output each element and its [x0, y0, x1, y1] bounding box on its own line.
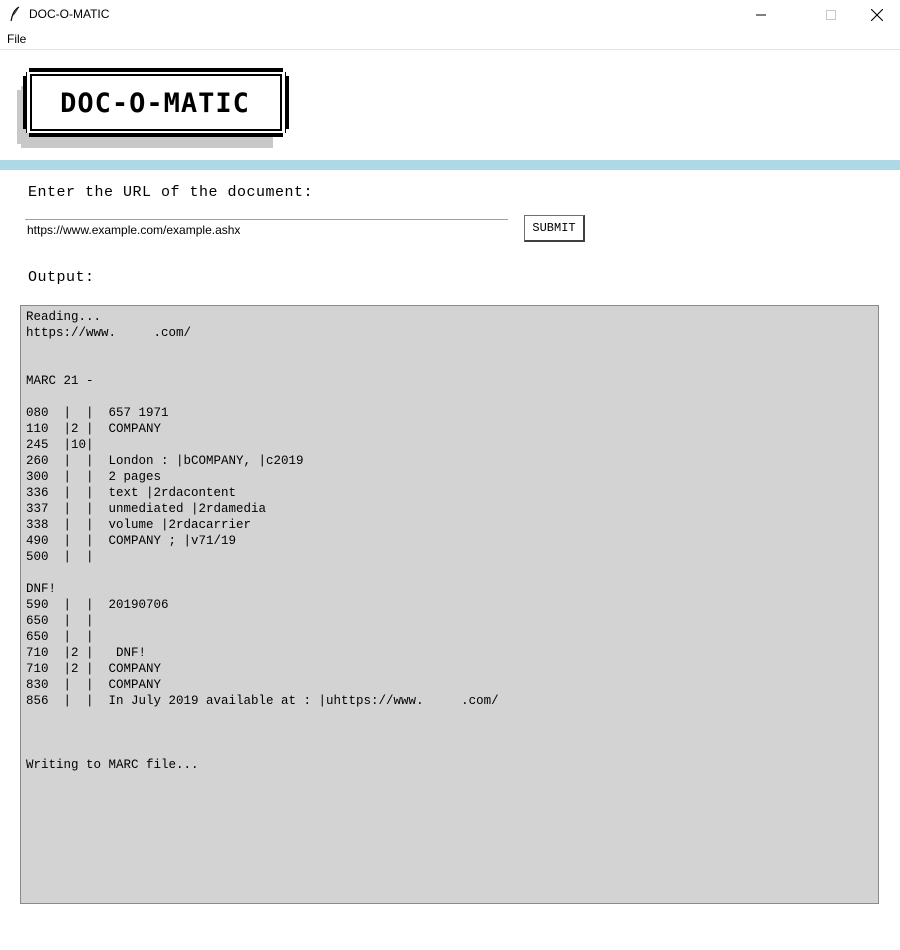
logo-text: DOC-O-MATIC: [60, 88, 250, 119]
maximize-button[interactable]: [808, 0, 854, 29]
output-line: 490 | | COMPANY ; |v71/19: [26, 534, 237, 548]
app-window: DOC-O-MATIC File DOC-O-MATIC Enter the U…: [0, 0, 900, 950]
output-line: 336 | | text |2rdacontent: [26, 486, 237, 500]
minimize-button[interactable]: [738, 0, 784, 29]
close-button[interactable]: [854, 0, 900, 29]
output-line: 710 |2 | DNF!: [26, 646, 147, 660]
window-title: DOC-O-MATIC: [29, 7, 110, 21]
output-line: 260 | | London : |bCOMPANY, |c2019: [26, 454, 304, 468]
output-line: 830 | | COMPANY: [26, 678, 162, 692]
output-line: Reading...: [26, 310, 102, 324]
output-line: 650 | |: [26, 614, 94, 628]
output-textbox[interactable]: Reading... https://www. .com/ MARC 21 - …: [20, 305, 879, 904]
output-line: https://www. .com/: [26, 326, 192, 340]
output-line: 300 | | 2 pages: [26, 470, 162, 484]
url-prompt-label: Enter the URL of the document:: [28, 184, 314, 201]
url-input[interactable]: [25, 219, 508, 239]
close-icon: [871, 8, 883, 21]
output-line: 590 | | 20190706: [26, 598, 169, 612]
output-line: 710 |2 | COMPANY: [26, 662, 162, 676]
maximize-icon: [826, 9, 836, 20]
output-line: Writing to MARC file...: [26, 758, 199, 772]
output-label: Output:: [28, 269, 95, 286]
menu-item-file[interactable]: File: [7, 32, 26, 46]
output-line: 500 | |: [26, 550, 94, 564]
doc-o-matic-logo: DOC-O-MATIC: [17, 68, 289, 148]
submit-button[interactable]: SUBMIT: [524, 215, 585, 242]
output-line: 110 |2 | COMPANY: [26, 422, 162, 436]
output-line: DNF!: [26, 582, 57, 596]
output-line: 245 |10|: [26, 438, 94, 452]
output-line: MARC 21 -: [26, 374, 94, 388]
output-line: 650 | |: [26, 630, 94, 644]
output-line: 337 | | unmediated |2rdamedia: [26, 502, 267, 516]
output-line: 856 | | In July 2019 available at : |uht…: [26, 694, 499, 708]
output-line: 338 | | volume |2rdacarrier: [26, 518, 252, 532]
feather-icon: [10, 6, 20, 22]
header-divider: [0, 160, 900, 170]
title-bar[interactable]: DOC-O-MATIC: [0, 0, 900, 29]
output-text: Reading... https://www. .com/ MARC 21 - …: [21, 306, 878, 776]
minimize-icon: [756, 14, 766, 15]
output-line: 080 | | 657 1971: [26, 406, 169, 420]
menu-bar: File: [0, 29, 900, 50]
